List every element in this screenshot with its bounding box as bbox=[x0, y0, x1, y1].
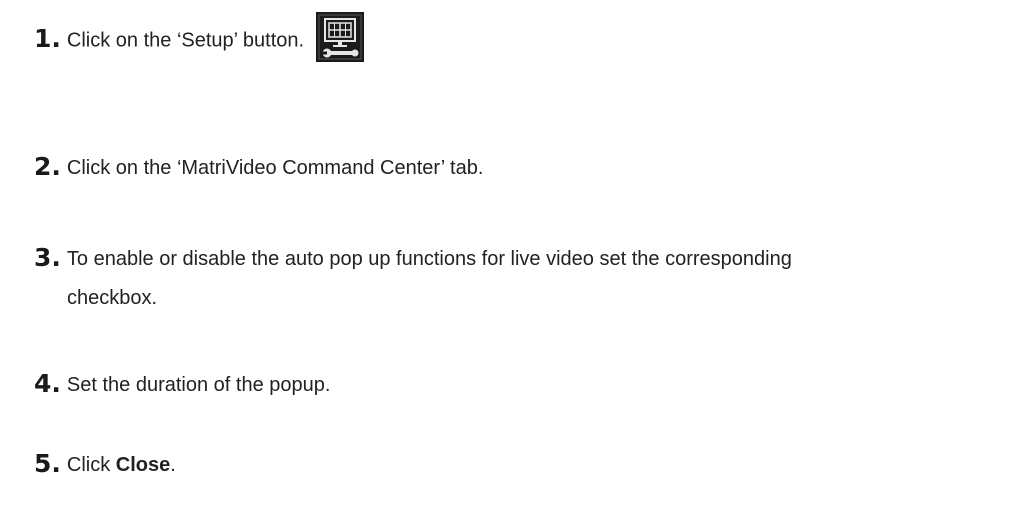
step-text: To enable or disable the auto pop up fun… bbox=[66, 248, 792, 270]
step-2: 2. Click on the ‘MatriVideo Command Cente… bbox=[34, 152, 483, 183]
close-label: Close bbox=[115, 454, 171, 476]
step-3: 3. To enable or disable the auto pop up f… bbox=[34, 243, 792, 274]
step-1: 1. Click on the ‘Setup’ button. bbox=[34, 12, 364, 66]
step-number: 4. bbox=[34, 369, 61, 398]
step-3-continuation: checkbox. bbox=[67, 287, 158, 309]
step-text: Click on the ‘Setup’ button. bbox=[66, 29, 305, 52]
step-number: 3. bbox=[34, 243, 61, 272]
step-text: Set the duration of the popup. bbox=[66, 374, 331, 396]
step-4: 4. Set the duration of the popup. bbox=[34, 369, 330, 400]
setup-monitor-wrench-icon bbox=[315, 12, 364, 62]
step-text: Click on the ‘MatriVideo Command Center’… bbox=[66, 157, 484, 179]
step-number: 5. bbox=[34, 449, 61, 478]
step-text: Click Close. bbox=[66, 454, 176, 476]
step-5: 5. Click Close. bbox=[34, 449, 176, 480]
step-number: 1. bbox=[34, 24, 61, 54]
step-number: 2. bbox=[34, 152, 61, 181]
